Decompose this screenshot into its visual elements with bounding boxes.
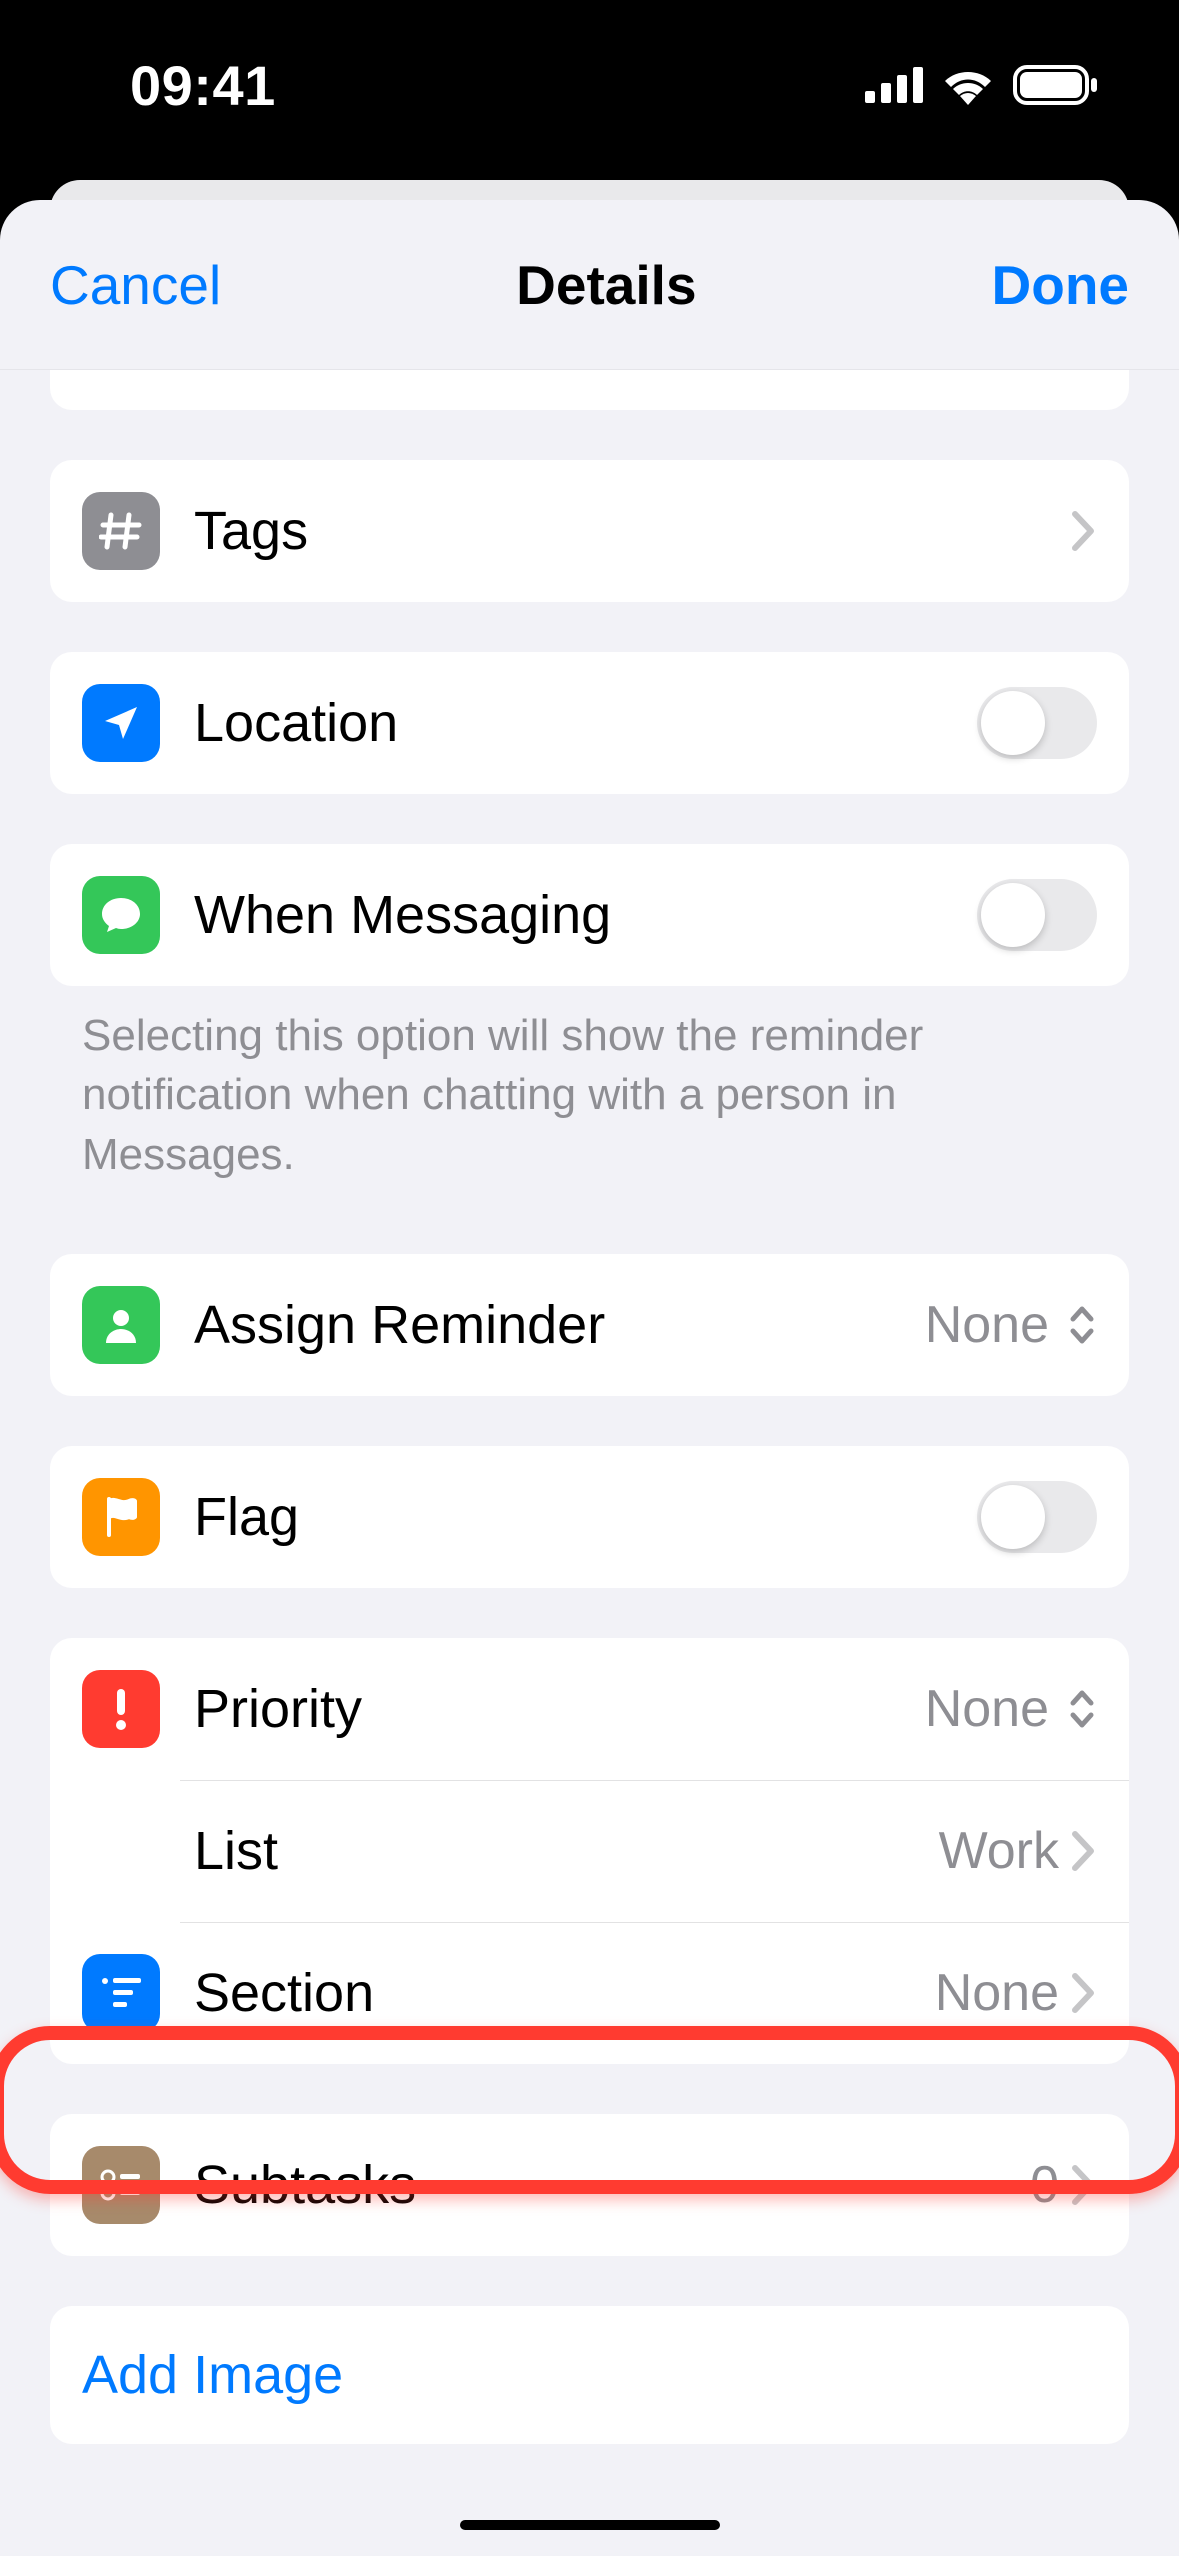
subtasks-group: Subtasks 0 <box>50 2114 1129 2256</box>
location-row[interactable]: Location <box>50 652 1129 794</box>
plist-group: Priority None List Work Section <box>50 1638 1129 2064</box>
updown-icon <box>1067 1687 1097 1731</box>
location-icon <box>82 684 160 762</box>
hash-icon <box>82 492 160 570</box>
flag-row[interactable]: Flag <box>50 1446 1129 1588</box>
status-icons <box>865 65 1099 105</box>
chevron-right-icon <box>1071 2164 1097 2206</box>
list-label: List <box>194 1820 939 1882</box>
flag-icon <box>82 1478 160 1556</box>
location-toggle[interactable] <box>977 687 1097 759</box>
chevron-right-icon <box>1071 1972 1097 2014</box>
list-row[interactable]: List Work <box>50 1780 1129 1922</box>
sheet-header: Cancel Details Done <box>0 200 1179 370</box>
checklist-icon <box>82 2146 160 2224</box>
section-row[interactable]: Section None <box>50 1922 1129 2064</box>
tags-label: Tags <box>194 500 1071 562</box>
assign-value: None <box>925 1295 1049 1355</box>
priority-label: Priority <box>194 1678 925 1740</box>
priority-value: None <box>925 1679 1049 1739</box>
partial-row <box>50 370 1129 410</box>
subtasks-label: Subtasks <box>194 2154 1030 2216</box>
flag-label: Flag <box>194 1486 977 1548</box>
chevron-right-icon <box>1071 1830 1097 1872</box>
messaging-label: When Messaging <box>194 884 977 946</box>
location-label: Location <box>194 692 977 754</box>
list-value: Work <box>939 1821 1059 1881</box>
status-bar: 09:41 <box>0 0 1179 170</box>
messaging-footer: Selecting this option will show the remi… <box>50 986 1129 1184</box>
cancel-button[interactable]: Cancel <box>50 253 221 317</box>
section-label: Section <box>194 1962 935 2024</box>
updown-icon <box>1067 1303 1097 1347</box>
message-icon <box>82 876 160 954</box>
add-image-label: Add Image <box>82 2344 1097 2406</box>
battery-icon <box>1013 65 1099 105</box>
messaging-row[interactable]: When Messaging <box>50 844 1129 986</box>
exclamation-icon <box>82 1670 160 1748</box>
assign-label: Assign Reminder <box>194 1294 925 1356</box>
person-icon <box>82 1286 160 1364</box>
messaging-group: When Messaging <box>50 844 1129 986</box>
status-time: 09:41 <box>130 53 276 118</box>
cellular-icon <box>865 67 923 103</box>
tags-group: Tags <box>50 460 1129 602</box>
location-group: Location <box>50 652 1129 794</box>
sheet-content[interactable]: Tags Location <box>0 370 1179 2556</box>
sheet-title: Details <box>516 253 696 317</box>
assign-row[interactable]: Assign Reminder None <box>50 1254 1129 1396</box>
home-indicator[interactable] <box>460 2520 720 2530</box>
details-sheet: Cancel Details Done Tags <box>0 200 1179 2556</box>
messaging-toggle[interactable] <box>977 879 1097 951</box>
building-icon <box>82 1812 160 1890</box>
subtasks-value: 0 <box>1030 2155 1059 2215</box>
flag-toggle[interactable] <box>977 1481 1097 1553</box>
tags-row[interactable]: Tags <box>50 460 1129 602</box>
assign-group: Assign Reminder None <box>50 1254 1129 1396</box>
priority-row[interactable]: Priority None <box>50 1638 1129 1780</box>
wifi-icon <box>941 65 995 105</box>
flag-group: Flag <box>50 1446 1129 1588</box>
done-button[interactable]: Done <box>992 253 1130 317</box>
section-value: None <box>935 1963 1059 2023</box>
subtasks-row[interactable]: Subtasks 0 <box>50 2114 1129 2256</box>
list-indent-icon <box>82 1954 160 2032</box>
chevron-right-icon <box>1071 510 1097 552</box>
add-image-button[interactable]: Add Image <box>50 2306 1129 2444</box>
